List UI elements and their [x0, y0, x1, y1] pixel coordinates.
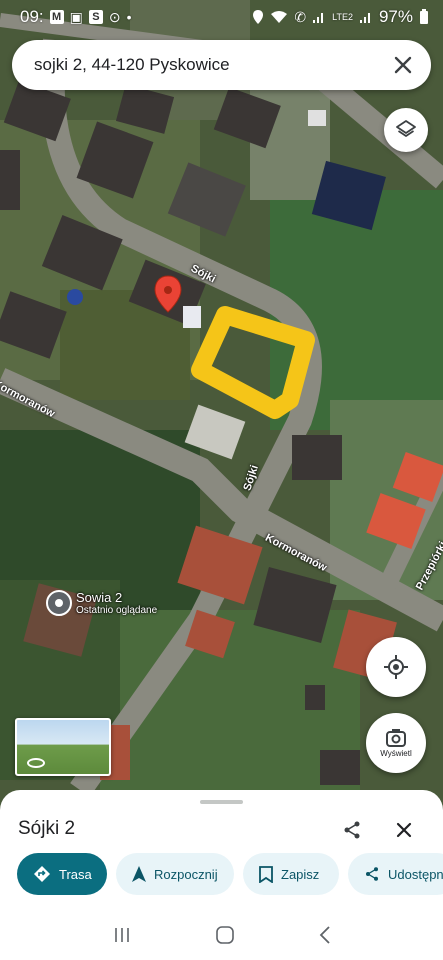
home-icon[interactable]: [215, 926, 234, 944]
location-icon: [253, 10, 264, 24]
layers-icon: [396, 120, 416, 137]
directions-icon: [34, 866, 50, 882]
back-icon[interactable]: [319, 926, 331, 944]
recent-apps-icon[interactable]: [113, 927, 131, 943]
save-button[interactable]: Zapisz: [243, 853, 339, 895]
dot-icon: •: [126, 9, 132, 25]
bookmark-icon: [259, 865, 273, 883]
clear-search-button[interactable]: [391, 53, 415, 77]
place-subtitle: Ostatnio oglądane: [76, 605, 158, 616]
share-button[interactable]: [340, 818, 364, 842]
close-icon: [394, 56, 412, 74]
s-app-icon: S: [88, 10, 103, 24]
place-sheet[interactable]: Sójki 2 Trasa Rozpocznij Zapisz Udostępn: [0, 790, 443, 960]
share-icon: [344, 821, 360, 839]
start-navigation-button[interactable]: Rozpocznij: [116, 853, 234, 895]
signal-icon-2: [359, 13, 370, 23]
sheet-handle[interactable]: [200, 800, 243, 804]
route-button[interactable]: Trasa: [17, 853, 107, 895]
streetview-button[interactable]: Wyświetl: [366, 713, 426, 773]
action-chips: Trasa Rozpocznij Zapisz Udostępnij: [17, 853, 443, 895]
battery-icon: [420, 9, 428, 24]
call-icon: ✆: [294, 8, 307, 25]
layers-button[interactable]: [384, 108, 428, 152]
my-location-icon: [384, 655, 408, 679]
start-label: Rozpocznij: [154, 866, 218, 882]
status-time: 09:: [20, 7, 44, 26]
photo-icon: ▣: [69, 8, 83, 25]
share-chip-button[interactable]: Udostępnij: [348, 853, 443, 895]
streetview-thumbnail[interactable]: [15, 718, 111, 776]
saved-place-marker[interactable]: Sowia 2 Ostatnio oglądane: [46, 590, 157, 616]
my-location-button[interactable]: [366, 637, 426, 697]
network-label: LTE2: [332, 11, 353, 22]
streetview-icon: [386, 729, 406, 747]
wifi-icon: [271, 11, 288, 23]
status-bar: 09: M ▣ S ⊙ • ✆ LTE2 97%: [0, 0, 443, 34]
search-input[interactable]: sojki 2, 44-120 Pyskowice: [34, 55, 391, 75]
system-nav-bar: [0, 910, 443, 960]
sync-icon: ⊙: [108, 8, 121, 25]
notification-icon: M: [49, 10, 64, 24]
close-icon: [396, 822, 412, 838]
signal-icon: [313, 13, 324, 23]
place-icon: [46, 590, 72, 616]
navigation-icon: [132, 866, 146, 882]
battery-percent: 97%: [378, 7, 413, 26]
save-label: Zapisz: [281, 866, 320, 882]
share-label: Udostępnij: [388, 866, 443, 882]
360-icon: [27, 758, 45, 768]
search-bar[interactable]: sojki 2, 44-120 Pyskowice: [12, 40, 431, 90]
share-icon: [366, 867, 378, 881]
place-name: Sowia 2: [76, 590, 123, 605]
place-title: Sójki 2: [18, 818, 76, 839]
close-sheet-button[interactable]: [392, 818, 416, 842]
route-label: Trasa: [59, 866, 92, 882]
streetview-label: Wyświetl: [380, 749, 412, 758]
